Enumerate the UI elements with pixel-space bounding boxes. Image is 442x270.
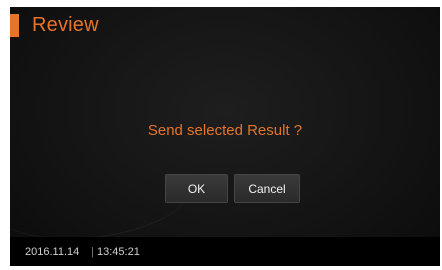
status-separator: | xyxy=(91,246,94,258)
header: Review xyxy=(10,7,440,45)
status-date: 2016.11.14 xyxy=(25,246,80,258)
cancel-button[interactable]: Cancel xyxy=(234,174,300,203)
dialog-message: Send selected Result ? xyxy=(147,122,303,139)
app-screen: Review Send selected Result ? OK Cancel … xyxy=(10,7,440,266)
title-accent-bar xyxy=(10,14,19,37)
status-bar: 2016.11.14 | 13:45:21 xyxy=(10,237,440,266)
status-time: 13:45:21 xyxy=(97,246,140,258)
ok-button[interactable]: OK xyxy=(165,174,228,203)
page-title: Review xyxy=(32,14,99,36)
